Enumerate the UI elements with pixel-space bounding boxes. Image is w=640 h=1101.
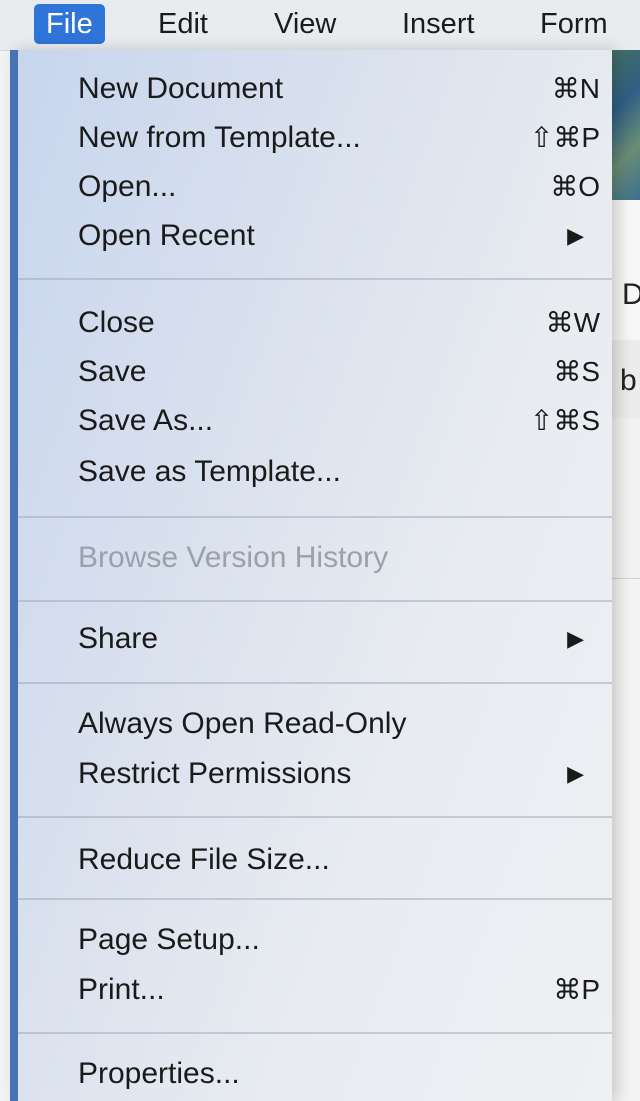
menu-item-open-recent[interactable]: Open Recent ▶ — [18, 212, 612, 260]
menu-format[interactable]: Form — [528, 4, 620, 44]
menu-item-label: Close — [78, 306, 155, 339]
menu-item-label: Open Recent — [78, 219, 255, 252]
background-bar-text: b — [620, 364, 637, 397]
menu-item-label: Reduce File Size... — [78, 843, 330, 876]
menu-item-label: Page Setup... — [78, 923, 260, 956]
menu-item-label: Print... — [78, 973, 165, 1006]
menu-item-open[interactable]: Open... ⌘O — [18, 163, 612, 211]
menu-item-label: Save — [78, 355, 147, 388]
menu-item-save[interactable]: Save ⌘S — [18, 348, 612, 396]
menu-item-print[interactable]: Print... ⌘P — [18, 966, 612, 1014]
shortcut-label: ⇧⌘S — [529, 405, 600, 436]
menu-separator — [18, 898, 612, 900]
menu-item-share[interactable]: Share ▶ — [18, 615, 612, 663]
shortcut-label: ⌘O — [550, 171, 600, 202]
shortcut-label: ⌘N — [551, 73, 600, 104]
menu-item-label: Always Open Read-Only — [78, 707, 407, 740]
menu-separator — [18, 278, 612, 280]
triangle-right-icon: ▶ — [567, 761, 584, 786]
file-menu-dropdown: New Document ⌘N New from Template... ⇧⌘P… — [10, 50, 612, 1101]
menu-separator — [18, 516, 612, 518]
menu-item-label: New from Template... — [78, 121, 361, 154]
menu-item-label: Share — [78, 622, 159, 655]
menu-item-label: New Document — [78, 72, 284, 105]
menu-item-label: Properties... — [78, 1057, 240, 1090]
shortcut-label: ⇧⌘P — [529, 122, 600, 153]
background-ribbon-text: D — [622, 278, 640, 311]
menu-separator — [18, 1032, 612, 1034]
menu-item-label: Restrict Permissions — [78, 757, 352, 790]
menu-item-properties[interactable]: Properties... — [18, 1050, 612, 1098]
menu-item-label: Save as Template... — [78, 455, 341, 488]
menu-edit[interactable]: Edit — [146, 4, 220, 44]
menu-item-label: Open... — [78, 170, 177, 203]
menu-item-page-setup[interactable]: Page Setup... — [18, 916, 612, 964]
menu-bar: File Edit View Insert Form — [0, 0, 640, 51]
menu-separator — [18, 816, 612, 818]
triangle-right-icon: ▶ — [567, 626, 584, 651]
shortcut-label: ⌘S — [553, 356, 600, 387]
menu-item-new-document[interactable]: New Document ⌘N — [18, 65, 612, 113]
menu-item-close[interactable]: Close ⌘W — [18, 299, 612, 347]
menu-view[interactable]: View — [262, 4, 348, 44]
menu-item-reduce-file-size[interactable]: Reduce File Size... — [18, 836, 612, 884]
menu-item-new-from-template[interactable]: New from Template... ⇧⌘P — [18, 114, 612, 162]
menu-item-restrict-permissions[interactable]: Restrict Permissions ▶ — [18, 750, 612, 798]
menu-separator — [18, 600, 612, 602]
triangle-right-icon: ▶ — [567, 223, 584, 248]
menu-item-label: Save As... — [78, 404, 214, 437]
menu-item-save-as-template[interactable]: Save as Template... — [18, 448, 612, 496]
menu-item-browse-version-history: Browse Version History — [18, 534, 612, 582]
menu-item-save-as[interactable]: Save As... ⇧⌘S — [18, 397, 612, 445]
shortcut-label: ⌘W — [545, 307, 600, 338]
menu-insert[interactable]: Insert — [390, 4, 487, 44]
shortcut-label: ⌘P — [553, 974, 600, 1005]
menu-file[interactable]: File — [34, 4, 105, 44]
menu-separator — [18, 682, 612, 684]
menu-item-always-open-read-only[interactable]: Always Open Read-Only — [18, 700, 612, 748]
menu-item-label: Browse Version History — [78, 541, 389, 574]
